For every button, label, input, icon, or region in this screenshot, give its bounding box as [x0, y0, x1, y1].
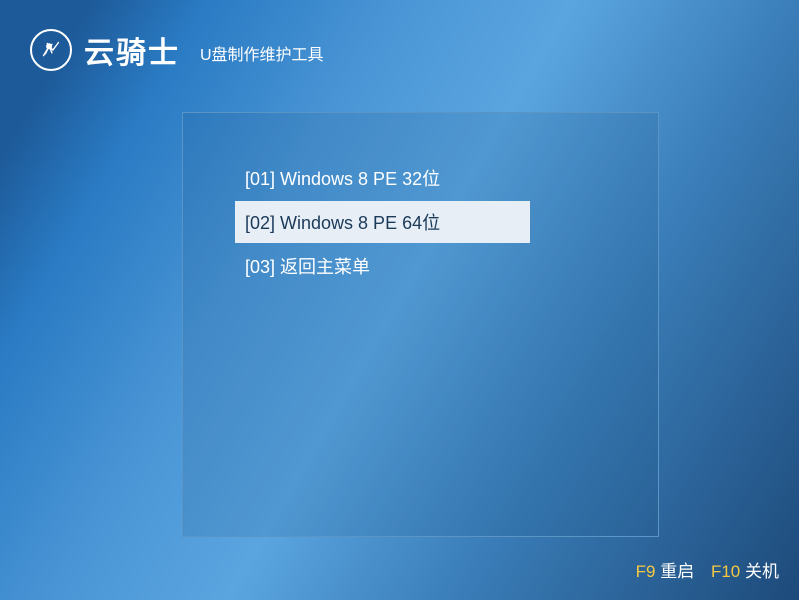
f10-action-label: 关机 [745, 562, 779, 581]
menu-items-list: [01] Windows 8 PE 32位 [02] Windows 8 PE … [183, 113, 658, 287]
app-subtitle: U盘制作维护工具 [200, 41, 324, 65]
menu-item-return-main[interactable]: [03] 返回主菜单 [235, 245, 658, 287]
boot-menu: [01] Windows 8 PE 32位 [02] Windows 8 PE … [182, 112, 659, 537]
menu-item-win8pe-32[interactable]: [01] Windows 8 PE 32位 [235, 157, 658, 199]
footer-shortcuts: F9 重启 F10 关机 [636, 557, 779, 582]
logo-icon [30, 29, 72, 71]
app-header: 云骑士 U盘制作维护工具 [0, 0, 799, 100]
f9-key-label: F9 [636, 562, 656, 581]
f9-action-label: 重启 [660, 562, 694, 581]
f10-key-label: F10 [711, 562, 740, 581]
menu-item-win8pe-64[interactable]: [02] Windows 8 PE 64位 [235, 201, 530, 243]
logo-text: 云骑士 [84, 28, 180, 72]
